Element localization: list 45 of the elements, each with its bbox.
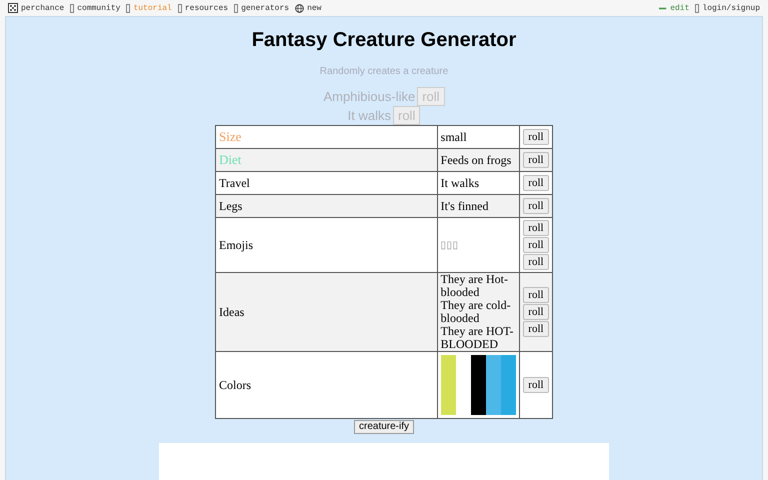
dice-icon <box>8 3 18 13</box>
row-label: Colors <box>219 378 252 392</box>
roll-button[interactable]: roll <box>523 220 549 236</box>
roll-button[interactable]: roll <box>523 198 549 214</box>
nav-link[interactable]: perchance <box>8 3 64 13</box>
box-icon <box>695 4 700 12</box>
box-icon <box>126 4 130 12</box>
roll-button[interactable]: roll <box>523 321 549 337</box>
roll-button[interactable]: roll <box>523 237 549 253</box>
nav-label: perchance <box>21 4 64 12</box>
roll-button[interactable]: roll <box>523 152 549 168</box>
value-text: They are Hot-blooded <box>440 273 509 299</box>
roll-button[interactable]: roll <box>523 377 549 393</box>
roll-button[interactable]: roll <box>523 254 549 270</box>
nav-label: tutorial <box>133 4 172 12</box>
globe-icon <box>295 4 304 12</box>
nav-link[interactable]: new <box>295 4 322 12</box>
box-icon <box>234 4 238 12</box>
roll-button[interactable]: roll <box>523 175 549 191</box>
value-text: They are HOT-BLOODED <box>440 325 515 351</box>
box-icon <box>70 4 74 12</box>
box-icon <box>178 4 182 12</box>
row-label: Legs <box>219 198 242 212</box>
roll-result: Amphibious-like <box>323 89 416 104</box>
row-label: Ideas <box>219 304 244 318</box>
value-text: small <box>440 130 468 144</box>
nav-label: new <box>307 4 322 12</box>
roll-result: It walks <box>348 108 391 123</box>
page-title: Fantasy Creature Generator <box>252 29 516 52</box>
row-label: Size <box>219 129 242 144</box>
subtitle: Randomly creates a creature <box>320 66 448 77</box>
value-text: It walks <box>440 176 480 190</box>
row-label: Travel <box>219 176 250 190</box>
value-text: They are cold-blooded <box>440 299 512 325</box>
creature-ify-button[interactable]: creature-ify <box>354 420 414 434</box>
nav-label: edit <box>670 4 690 12</box>
nav-link[interactable]: edit <box>659 4 690 12</box>
roll-button[interactable]: roll <box>523 304 549 320</box>
emoji-text: ▯▯▯ <box>440 238 460 252</box>
roll-button[interactable]: roll <box>523 129 549 145</box>
value-text: Feeds on frogs <box>440 154 512 166</box>
roll-button[interactable]: roll <box>523 287 549 303</box>
row-label: Emojis <box>219 238 254 252</box>
row-label: Diet <box>219 152 242 167</box>
value-text: It's finned <box>440 200 490 212</box>
